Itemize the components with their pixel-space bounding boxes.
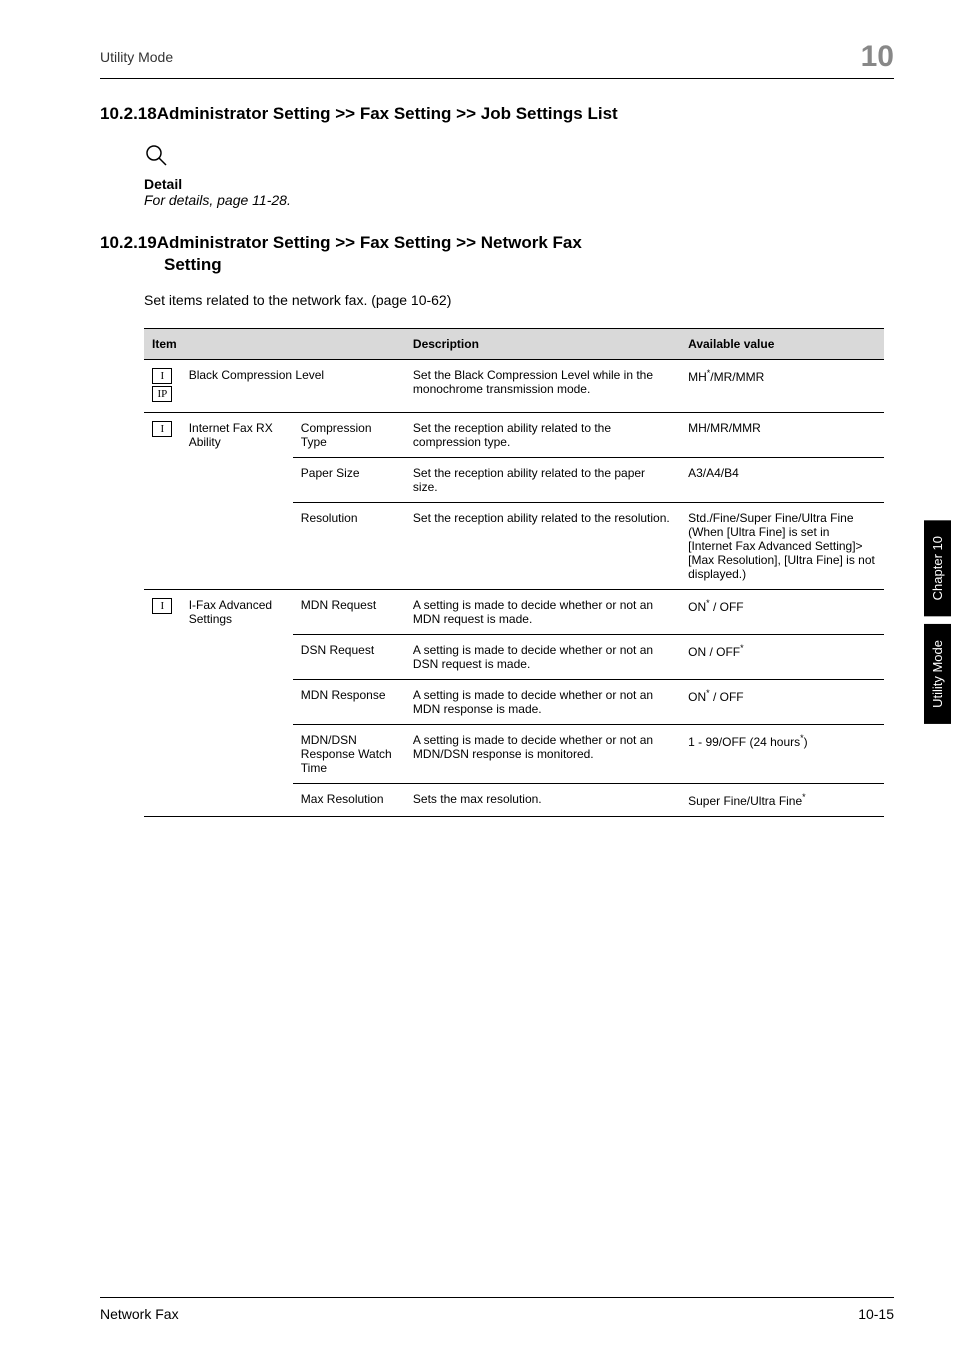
row3-sub4-avail: 1 - 99/OFF (24 hours*) — [680, 725, 884, 784]
table-row: I Internet Fax RX Ability Compression Ty… — [144, 413, 884, 458]
row3-sub2-avail-sup: * — [740, 643, 744, 653]
row2-sub3-item2: Resolution — [293, 503, 405, 590]
section-title-text-2a: Administrator Setting >> Fax Setting >> … — [157, 233, 582, 252]
i-icon: I — [152, 598, 172, 614]
magnifier-icon — [144, 143, 170, 176]
row1-iconcell: I IP — [144, 360, 181, 413]
row1-item: Black Compression Level — [181, 360, 405, 413]
row3-sub5-desc: Sets the max resolution. — [405, 784, 680, 817]
section-title-2: 10.2.19Administrator Setting >> Fax Sett… — [100, 232, 894, 276]
th-desc: Description — [405, 329, 680, 360]
i-icon: I — [152, 368, 172, 384]
row3-sub2-avail: ON / OFF* — [680, 635, 884, 680]
side-tab-section: Utility Mode — [924, 624, 951, 724]
row3-sub4-item2: MDN/DSN Response Watch Time — [293, 725, 405, 784]
row2-sub1-avail: MH/MR/MMR — [680, 413, 884, 458]
row3-sub5-avail: Super Fine/Ultra Fine* — [680, 784, 884, 817]
row2-iconcell: I — [144, 413, 181, 590]
section-title-text-2b: Setting — [164, 254, 894, 276]
row2-sub2-item2: Paper Size — [293, 458, 405, 503]
row2-sub2-avail: A3/A4/B4 — [680, 458, 884, 503]
row3-sub3-avail-post: / OFF — [710, 690, 744, 704]
settings-table: Item Description Available value I IP Bl… — [144, 328, 884, 817]
row3-sub3-avail: ON* / OFF — [680, 680, 884, 725]
side-tabs: Chapter 10 Utility Mode — [924, 520, 954, 732]
th-item: Item — [144, 329, 405, 360]
section-num-2: 10.2.19 — [100, 233, 157, 252]
section-title-1: 10.2.18Administrator Setting >> Fax Sett… — [100, 103, 894, 125]
detail-block: Detail For details, page 11-28. — [144, 176, 894, 208]
row3-sub4-desc: A setting is made to decide whether or n… — [405, 725, 680, 784]
section-title-text-1: Administrator Setting >> Fax Setting >> … — [157, 104, 618, 123]
row3-sub5-avail-pre: Super Fine/Ultra Fine — [688, 794, 802, 808]
row3-sub2-desc: A setting is made to decide whether or n… — [405, 635, 680, 680]
section-num-1: 10.2.18 — [100, 104, 157, 123]
row3-iconcell: I — [144, 590, 181, 817]
row2-item1: Internet Fax RX Ability — [181, 413, 293, 590]
i-icon: I — [152, 421, 172, 437]
row2-sub3-desc: Set the reception ability related to the… — [405, 503, 680, 590]
row2-sub1-item2: Compression Type — [293, 413, 405, 458]
header-left-text: Utility Mode — [100, 49, 173, 65]
row3-sub2-item2: DSN Request — [293, 635, 405, 680]
row3-sub1-avail-pre: ON — [688, 600, 706, 614]
row3-sub1-avail-post: / OFF — [710, 600, 744, 614]
row3-sub1-avail: ON* / OFF — [680, 590, 884, 635]
page-footer: Network Fax 10-15 — [100, 1300, 894, 1322]
page-header: Utility Mode 10 — [100, 40, 894, 78]
row3-sub5-item2: Max Resolution — [293, 784, 405, 817]
section2-body: Set items related to the network fax. (p… — [144, 292, 894, 308]
row3-sub2-avail-pre: ON / OFF — [688, 645, 740, 659]
row2-sub1-desc: Set the reception ability related to the… — [405, 413, 680, 458]
footer-left: Network Fax — [100, 1306, 179, 1322]
row3-sub3-avail-pre: ON — [688, 690, 706, 704]
row3-sub1-item2: MDN Request — [293, 590, 405, 635]
th-avail: Available value — [680, 329, 884, 360]
row3-sub1-desc: A setting is made to decide whether or n… — [405, 590, 680, 635]
footer-divider — [100, 1297, 894, 1298]
side-tab-chapter: Chapter 10 — [924, 520, 951, 616]
row3-sub4-avail-pre: 1 - 99/OFF (24 hours — [688, 735, 800, 749]
detail-text: For details, page 11-28. — [144, 192, 894, 208]
row1-avail-post: /MR/MMR — [710, 370, 764, 384]
row3-sub4-avail-post: ) — [804, 735, 808, 749]
table-header-row: Item Description Available value — [144, 329, 884, 360]
footer-right: 10-15 — [858, 1306, 894, 1322]
row2-sub2-desc: Set the reception ability related to the… — [405, 458, 680, 503]
ip-icon: IP — [152, 386, 172, 402]
row3-sub3-desc: A setting is made to decide whether or n… — [405, 680, 680, 725]
row3-sub5-avail-sup: * — [802, 792, 806, 802]
table-row: I I-Fax Advanced Settings MDN Request A … — [144, 590, 884, 635]
row3-sub3-item2: MDN Response — [293, 680, 405, 725]
row1-desc: Set the Black Compression Level while in… — [405, 360, 680, 413]
row1-avail: MH*/MR/MMR — [680, 360, 884, 413]
table-row: I IP Black Compression Level Set the Bla… — [144, 360, 884, 413]
row1-avail-pre: MH — [688, 370, 707, 384]
detail-label: Detail — [144, 176, 894, 192]
header-right-number: 10 — [861, 40, 894, 74]
row3-item1: I-Fax Advanced Settings — [181, 590, 293, 817]
row2-sub3-avail: Std./Fine/Super Fine/Ultra Fine (When [U… — [680, 503, 884, 590]
header-divider — [100, 78, 894, 79]
